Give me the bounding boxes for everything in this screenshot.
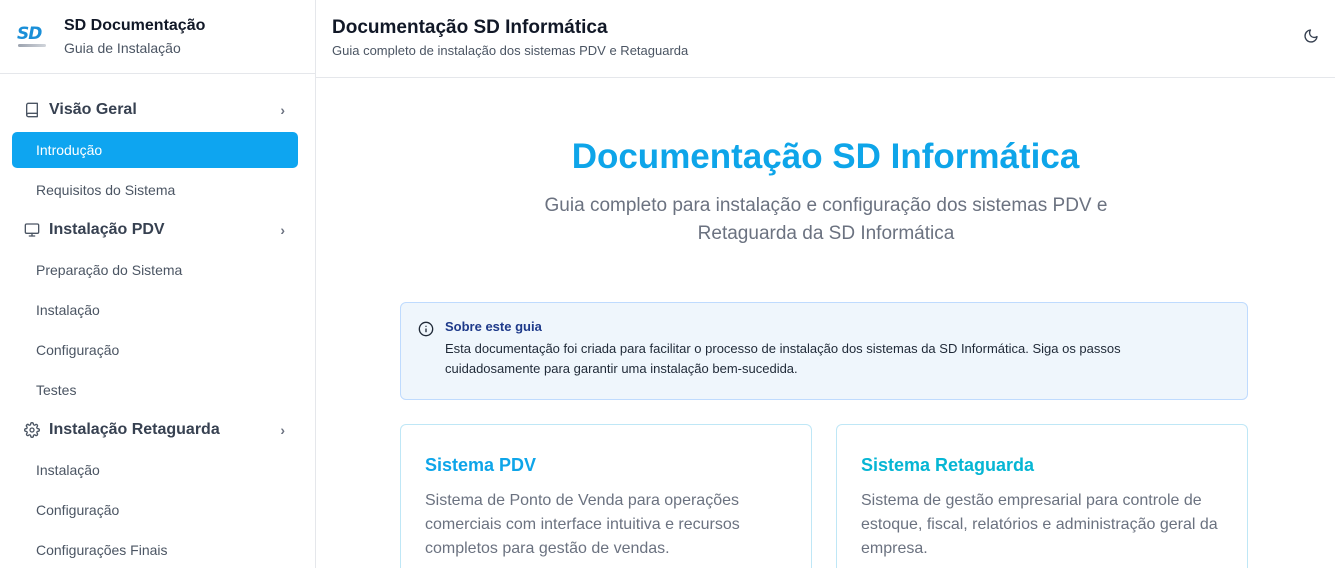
sidebar-item-configuracao-pdv[interactable]: Configuração — [0, 330, 315, 370]
section-instalacao-pdv[interactable]: Instalação PDV › — [0, 210, 315, 250]
gear-icon — [24, 422, 40, 438]
section-label: Instalação PDV — [49, 221, 165, 238]
brand-title: SD Documentação — [64, 17, 206, 34]
card-title: Sistema Retaguarda — [861, 455, 1035, 475]
card-text: Sistema de gestão empresarial para contr… — [861, 492, 1218, 557]
section-label: Instalação Retaguarda — [49, 421, 220, 438]
info-title: Sobre este guia — [445, 319, 542, 334]
section-instalacao-retaguarda[interactable]: Instalação Retaguarda › — [0, 410, 315, 450]
info-callout: Sobre este guia Esta documentação foi cr… — [400, 302, 1248, 400]
sidebar-item-introducao[interactable]: Introdução — [12, 132, 298, 168]
info-icon — [418, 321, 434, 337]
hero-title: Documentação SD Informática — [571, 137, 1080, 176]
brand-subtitle: Guia de Instalação — [64, 40, 181, 56]
logo-text: SD — [17, 24, 42, 44]
page-title: Documentação SD Informática — [332, 17, 608, 38]
section-label: Visão Geral — [49, 101, 137, 118]
sd-logo: SD — [17, 24, 48, 47]
monitor-icon — [24, 223, 40, 237]
sidebar-item-instalacao-retaguarda[interactable]: Instalação — [0, 450, 315, 490]
card-text: Sistema de Ponto de Venda para operações… — [425, 492, 740, 557]
moon-icon — [1304, 29, 1318, 43]
chevron-right-icon: › — [280, 422, 285, 438]
sidebar-item-requisitos[interactable]: Requisitos do Sistema — [0, 170, 315, 210]
card-sistema-pdv[interactable]: Sistema PDV Sistema de Ponto de Venda pa… — [400, 424, 812, 568]
sidebar-nav: Visão Geral › Introdução Requisitos do S… — [0, 74, 315, 568]
sidebar-item-preparacao[interactable]: Preparação do Sistema — [0, 250, 315, 290]
logo-swoosh — [18, 44, 46, 47]
card-title: Sistema PDV — [425, 455, 537, 475]
book-icon — [26, 102, 38, 118]
sidebar-item-configuracao-retaguarda[interactable]: Configuração — [0, 490, 315, 530]
main-content: Documentação SD Informática Guia complet… — [316, 78, 1335, 568]
sidebar-item-testes[interactable]: Testes — [0, 370, 315, 410]
sidebar: SD SD Documentação Guia de Instalação Vi… — [0, 0, 316, 568]
info-text: Esta documentação foi criada para facili… — [445, 341, 1121, 376]
card-sistema-retaguarda[interactable]: Sistema Retaguarda Sistema de gestão emp… — [836, 424, 1248, 568]
sidebar-item-configuracoes-finais[interactable]: Configurações Finais — [0, 530, 315, 568]
chevron-right-icon: › — [280, 102, 285, 118]
top-header: Documentação SD Informática Guia complet… — [316, 0, 1335, 78]
chevron-right-icon: › — [280, 222, 285, 238]
theme-toggle-button[interactable] — [1303, 28, 1321, 46]
page-subtitle: Guia completo de instalação dos sistemas… — [332, 43, 689, 58]
sidebar-item-instalacao-pdv[interactable]: Instalação — [0, 290, 315, 330]
brand: SD SD Documentação Guia de Instalação — [0, 0, 315, 74]
hero-subtitle: Guia completo para instalação e configur… — [544, 195, 1108, 244]
section-visao-geral[interactable]: Visão Geral › — [0, 90, 315, 130]
